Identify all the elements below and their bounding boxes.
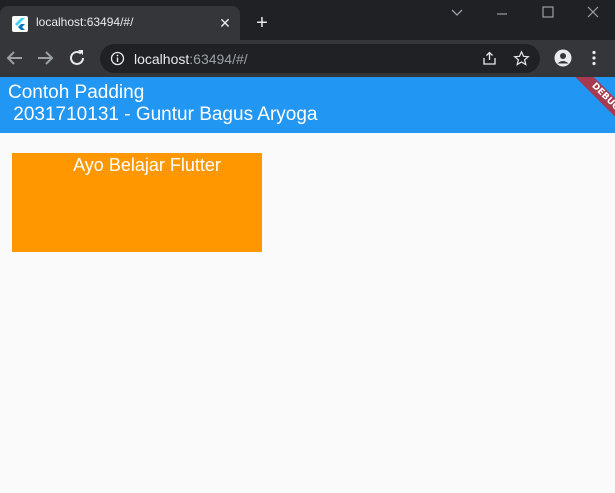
app-title-line2: 2031710131 - Guntur Bagus Aryoga — [8, 104, 318, 125]
app-bar: Contoh Padding 2031710131 - Guntur Bagus… — [0, 77, 615, 133]
maximize-icon[interactable] — [526, 4, 570, 24]
back-icon[interactable] — [4, 47, 26, 69]
menu-kebab-icon[interactable] — [585, 49, 603, 67]
page-body: Ayo Belajar Flutter — [0, 133, 615, 493]
new-tab-button[interactable]: + — [250, 12, 274, 36]
debug-banner: DEBUG — [568, 77, 615, 133]
tab-close-icon[interactable]: ✕ — [216, 14, 234, 32]
url-text: localhost:63494/#/ — [134, 51, 248, 67]
browser-toolbar: localhost:63494/#/ — [0, 40, 615, 77]
forward-icon[interactable] — [34, 47, 56, 69]
browser-tab-strip: localhost:63494/#/ ✕ + — [0, 0, 615, 40]
reload-icon[interactable] — [66, 47, 88, 69]
profile-icon[interactable] — [554, 49, 572, 67]
address-bar[interactable]: localhost:63494/#/ — [100, 44, 540, 73]
url-path: :63494/#/ — [189, 51, 248, 67]
close-window-icon[interactable] — [571, 4, 615, 24]
bookmark-star-icon[interactable] — [513, 50, 530, 67]
tab-title: localhost:63494/#/ — [36, 15, 134, 29]
box-text: Ayo Belajar Flutter — [73, 155, 221, 175]
minimize-icon[interactable] — [480, 4, 524, 24]
app-bar-title: Contoh Padding 2031710131 - Guntur Bagus… — [8, 82, 318, 126]
info-icon[interactable] — [110, 51, 125, 66]
flutter-icon — [12, 16, 28, 32]
browser-tab[interactable]: localhost:63494/#/ ✕ — [0, 6, 240, 40]
share-icon[interactable] — [481, 50, 498, 67]
url-host: localhost — [134, 51, 190, 67]
app-title-line1: Contoh Padding — [8, 82, 145, 103]
tab-search-chevron-icon[interactable] — [435, 4, 479, 24]
padding-container: Ayo Belajar Flutter — [12, 153, 262, 252]
